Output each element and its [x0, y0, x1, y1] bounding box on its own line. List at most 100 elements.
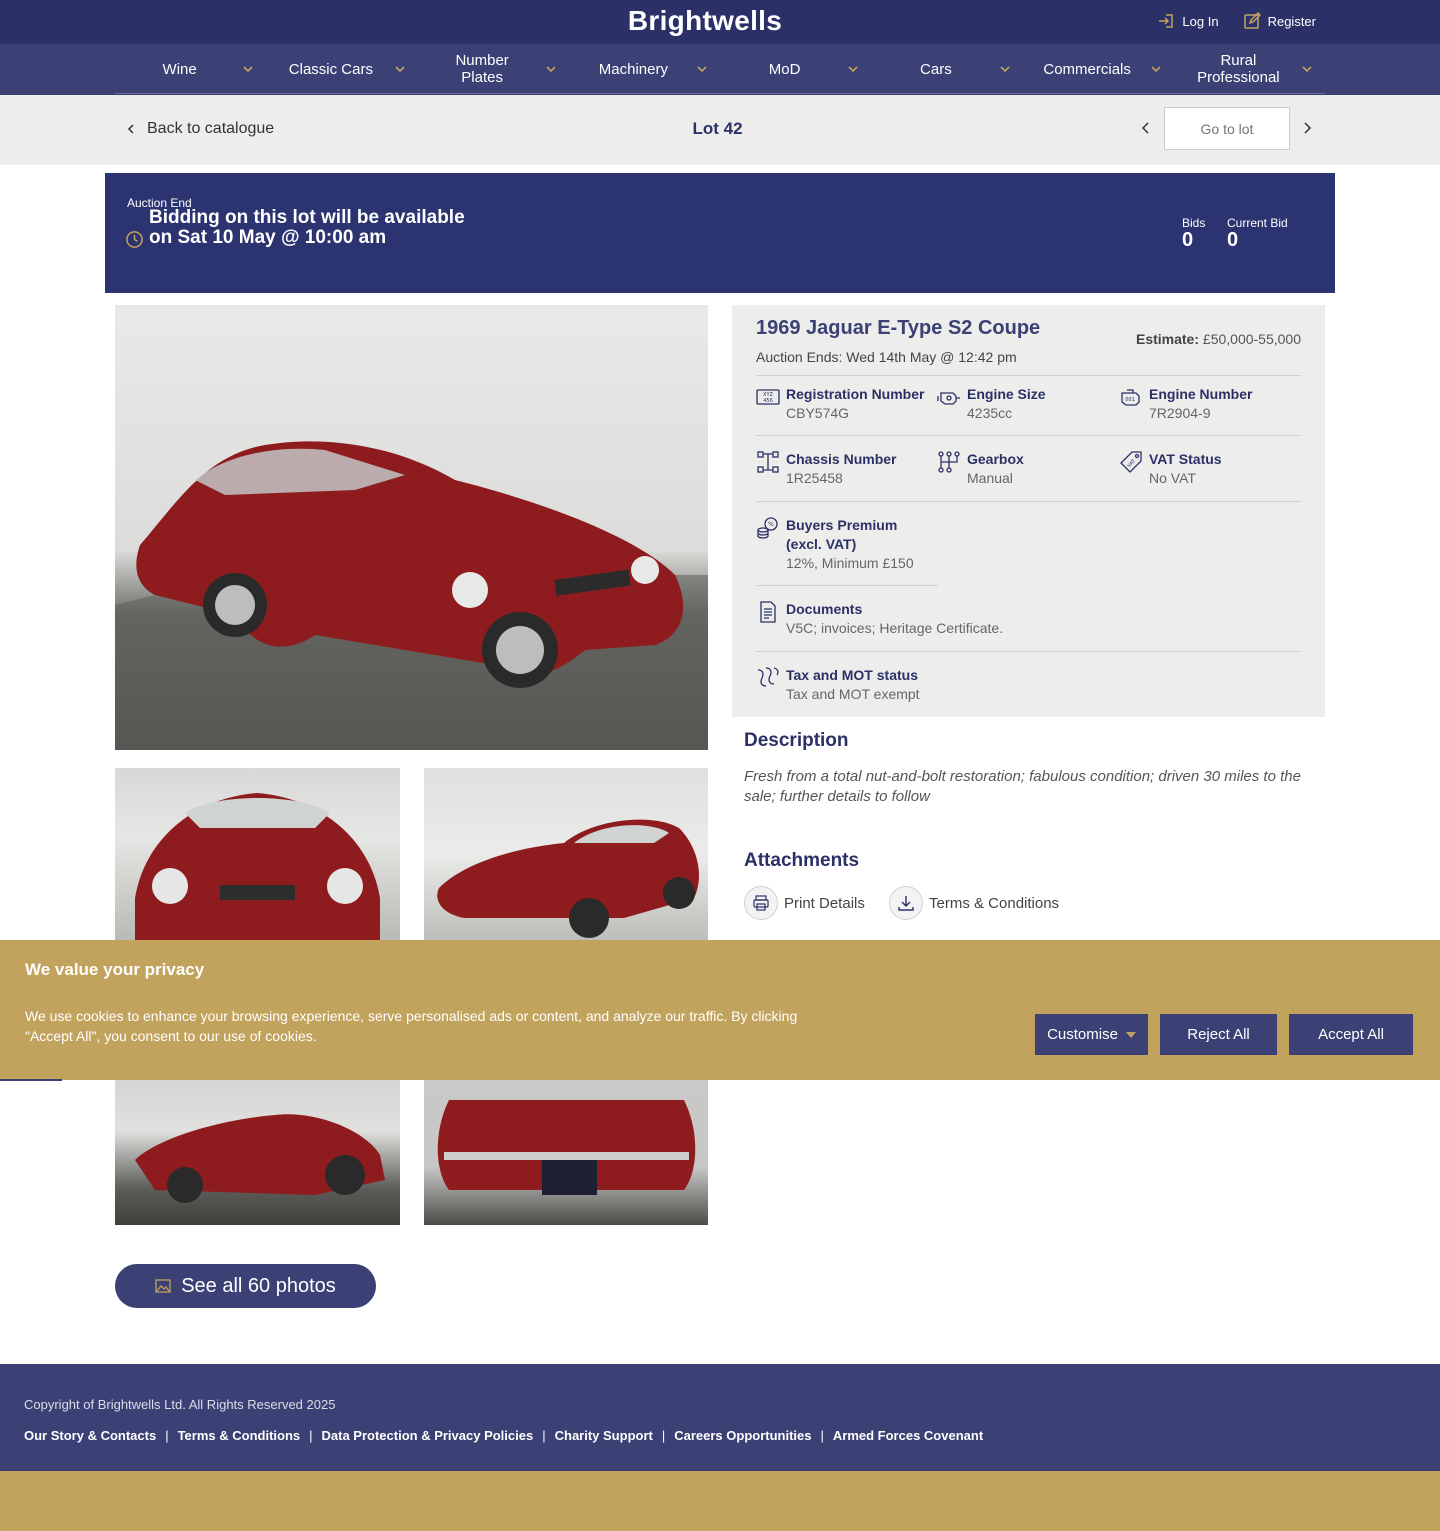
divider: [756, 501, 1301, 502]
separator: |: [542, 1428, 546, 1443]
nav-item-cars[interactable]: Cars: [871, 44, 1022, 94]
print-details-button[interactable]: Print Details: [744, 886, 865, 920]
lot-title: 1969 Jaguar E-Type S2 Coupe: [756, 317, 1041, 339]
accept-all-button[interactable]: Accept All: [1289, 1014, 1413, 1055]
copyright: Copyright of Brightwells Ltd. All Rights…: [24, 1397, 336, 1412]
nav-item-mod[interactable]: MoD: [720, 44, 871, 94]
spec-label: Tax and MOT status: [786, 667, 918, 683]
main-nav: Wine Classic Cars Number Plates Machiner…: [0, 44, 1440, 95]
spec-value: 1R25458: [786, 470, 843, 486]
caret-down-icon: [1125, 1031, 1136, 1038]
register-link[interactable]: Register: [1243, 12, 1316, 30]
footer-link-armed-forces[interactable]: Armed Forces Covenant: [833, 1428, 983, 1443]
chevron-down-icon: [1151, 66, 1161, 73]
spec-label: Engine Number: [1149, 386, 1253, 402]
separator: |: [661, 1428, 666, 1443]
reject-all-button[interactable]: Reject All: [1160, 1014, 1277, 1055]
coins-percent-icon: %: [757, 517, 778, 539]
car-photo-thumbnail[interactable]: [115, 1080, 400, 1225]
spec-value: 12%, Minimum £150: [786, 555, 914, 571]
cookie-consent-banner: We value your privacy We use cookies to …: [0, 940, 1440, 1080]
divider: [756, 435, 1301, 436]
bids-value: 0: [1182, 229, 1194, 251]
nav-label: Wine: [162, 60, 197, 78]
go-to-lot-input[interactable]: [1164, 107, 1290, 150]
login-label: Log In: [1182, 13, 1219, 29]
spec-value: CBY574G: [786, 405, 850, 421]
see-all-photos-button[interactable]: See all 60 photos: [115, 1264, 376, 1308]
auction-status-banner: Auction End Bidding on this lot will be …: [105, 173, 1335, 293]
footer-link-privacy[interactable]: Data Protection & Privacy Policies: [322, 1428, 534, 1443]
car-photo-thumbnail[interactable]: [424, 768, 708, 940]
spec-engine-size: Engine Size 4235cc: [937, 385, 1046, 423]
footer-link-charity[interactable]: Charity Support: [555, 1428, 653, 1443]
spec-value: Manual: [967, 470, 1013, 486]
nav-item-rural-professional[interactable]: Rural Professional: [1174, 44, 1325, 94]
chassis-icon: [757, 451, 779, 473]
cookie-title: We value your privacy: [25, 960, 205, 979]
document-icon: [760, 601, 776, 623]
car-photo-thumbnail[interactable]: [424, 1080, 708, 1225]
printer-icon: [753, 895, 769, 911]
svg-text:VAT: VAT: [1126, 458, 1137, 469]
footer-bottom-band: [0, 1471, 1440, 1531]
road-icon: [757, 667, 779, 687]
car-photo-thumbnail[interactable]: [115, 768, 400, 940]
nav-item-classic-cars[interactable]: Classic Cars: [266, 44, 417, 94]
description-heading: Description: [744, 730, 849, 751]
engine-icon: [937, 392, 960, 405]
bidding-availability-message: Bidding on this lot will be available on…: [149, 207, 465, 248]
chevron-down-icon: [848, 66, 858, 73]
next-lot-icon[interactable]: [1299, 120, 1315, 136]
chevron-down-icon: [243, 66, 253, 73]
spec-label: VAT Status: [1149, 451, 1222, 467]
gearbox-icon: [938, 451, 960, 473]
nav-item-wine[interactable]: Wine: [115, 44, 266, 94]
divider: [756, 585, 938, 586]
top-header: Brightwells Log In Register: [0, 0, 1440, 44]
spec-vat: VAT VAT Status No VAT: [1119, 450, 1222, 488]
previous-lot-icon[interactable]: [1138, 120, 1154, 136]
footer-link-our-story[interactable]: Our Story & Contacts: [24, 1428, 156, 1443]
spec-documents: Documents V5C; invoices; Heritage Certifi…: [756, 600, 1003, 638]
vat-tag-icon: VAT: [1120, 451, 1142, 473]
footer: Copyright of Brightwells Ltd. All Rights…: [0, 1364, 1440, 1471]
login-link[interactable]: Log In: [1157, 12, 1219, 30]
clock-icon: [126, 231, 143, 248]
nav-label: Number Plates: [455, 52, 509, 86]
nav-label: Commercials: [1043, 60, 1131, 78]
registration-plate-icon: XYZ456: [756, 389, 780, 405]
nav-item-commercials[interactable]: Commercials: [1023, 44, 1174, 94]
separator: |: [820, 1428, 824, 1443]
footer-links: Our Story & Contacts | Terms & Conditions…: [24, 1428, 983, 1443]
customise-button[interactable]: Customise: [1035, 1014, 1148, 1055]
separator: |: [165, 1428, 169, 1443]
spec-label: Documents: [786, 601, 863, 617]
spec-value: Tax and MOT exempt: [786, 686, 920, 702]
description-text: Fresh from a total nut-and-bolt restorat…: [744, 768, 1301, 805]
footer-link-terms[interactable]: Terms & Conditions: [178, 1428, 301, 1443]
spec-value: 4235cc: [967, 405, 1013, 421]
divider: [756, 651, 1301, 652]
spec-registration: XYZ 456 Registration Number CBY574G: [756, 385, 924, 423]
chevron-down-icon: [1302, 66, 1312, 73]
nav-item-number-plates[interactable]: Number Plates: [418, 44, 569, 94]
print-details-label: Print Details: [784, 894, 865, 912]
estimate: Estimate: £50,000-55,000: [1136, 331, 1301, 347]
attachments-heading: Attachments: [744, 850, 860, 871]
spec-value: 7R2904-9: [1149, 405, 1211, 421]
current-bid-value: 0: [1227, 229, 1239, 251]
account-links: Log In Register: [1157, 12, 1316, 30]
separator: |: [309, 1428, 313, 1443]
footer-link-careers[interactable]: Careers Opportunities: [674, 1428, 811, 1443]
chevron-down-icon: [546, 66, 556, 73]
spec-label: Gearbox: [967, 451, 1024, 467]
main-car-photo[interactable]: [115, 305, 708, 750]
terms-conditions-download[interactable]: Terms & Conditions: [889, 886, 1059, 920]
spec-gearbox: Gearbox Manual: [937, 450, 1024, 488]
nav-item-machinery[interactable]: Machinery: [569, 44, 720, 94]
chevron-down-icon: [394, 66, 405, 73]
divider: [756, 375, 1301, 376]
spec-chassis: Chassis Number 1R25458: [756, 450, 896, 488]
bids-count: Bids 0: [1182, 216, 1205, 250]
